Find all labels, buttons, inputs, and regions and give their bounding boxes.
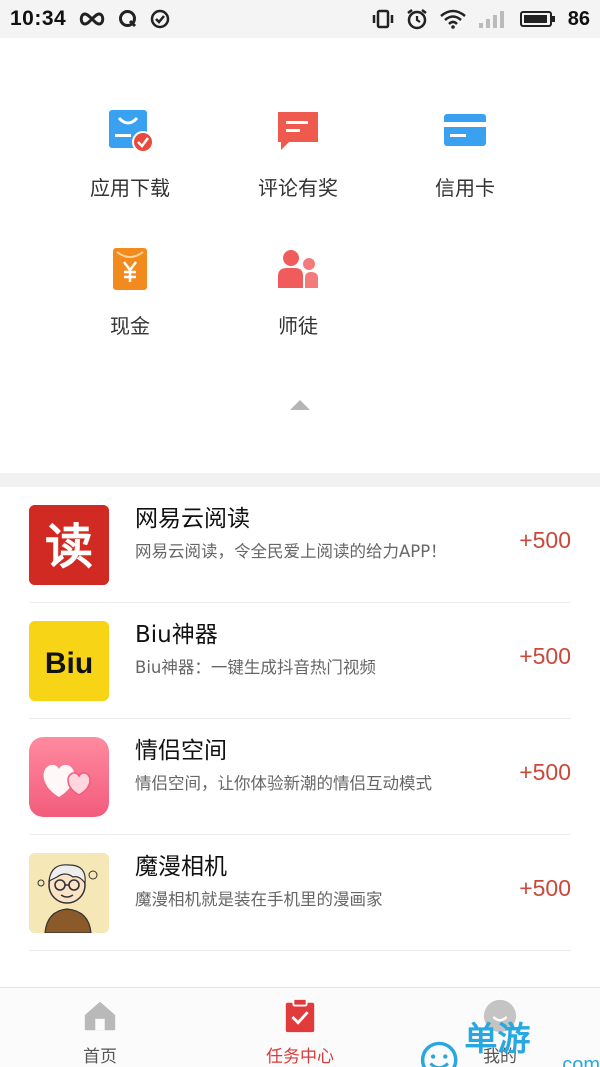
vibrate-icon (372, 9, 394, 29)
home-icon (84, 1001, 116, 1031)
task-row[interactable]: 魔漫相机 魔漫相机就是装在手机里的漫画家 +500 (29, 835, 571, 951)
check-circle-icon (150, 9, 170, 29)
category-credit-card[interactable]: 信用卡 (380, 108, 550, 201)
collapse-arrow-icon[interactable] (288, 396, 312, 412)
category-grid: 应用下载 评论有奖 信用卡 现金 师徒 (0, 38, 600, 473)
task-desc: 魔漫相机就是装在手机里的漫画家 (135, 890, 383, 909)
nav-task-center[interactable]: 任务中心 (200, 988, 400, 1067)
app-icon-biu: Biu (29, 621, 109, 701)
app-download-icon (109, 110, 153, 153)
app-icon-netease-read: 读 (29, 505, 109, 585)
wifi-icon (439, 9, 466, 29)
app-icon-text: Biu (45, 647, 93, 680)
task-reward: +500 (519, 527, 571, 553)
smiley-logo-icon (420, 1041, 458, 1067)
task-reward: +500 (519, 875, 571, 901)
watermark: 单游网 .com (420, 1012, 600, 1067)
task-list: 读 网易云阅读 网易云阅读，令全民爱上阅读的给力APP！ +500 Biu Bi… (0, 487, 600, 951)
cash-icon (113, 248, 147, 290)
watermark-suffix: .com (556, 1053, 600, 1067)
category-comment[interactable]: 评论有奖 (213, 108, 383, 201)
category-label: 评论有奖 (258, 176, 338, 200)
category-label: 现金 (110, 314, 150, 338)
nav-label: 首页 (83, 1047, 117, 1067)
section-divider (0, 473, 600, 487)
alarm-icon (406, 8, 428, 30)
category-label: 师徒 (278, 314, 318, 338)
task-title: 魔漫相机 (135, 854, 227, 880)
task-reward: +500 (519, 759, 571, 785)
task-desc: Biu神器：一键生成抖音热门视频 (135, 658, 376, 677)
task-clipboard-icon (285, 998, 315, 1033)
category-app-download[interactable]: 应用下载 (45, 108, 215, 201)
credit-card-icon (444, 114, 486, 146)
mentor-icon (278, 250, 318, 288)
app-icon-couple-space (29, 737, 109, 817)
comment-icon (278, 112, 318, 150)
nav-home[interactable]: 首页 (0, 988, 200, 1067)
task-title: 网易云阅读 (135, 506, 250, 532)
task-row[interactable]: 读 网易云阅读 网易云阅读，令全民爱上阅读的给力APP！ +500 (29, 487, 571, 603)
task-desc: 情侣空间，让你体验新潮的情侣互动模式 (135, 774, 432, 793)
category-cash[interactable]: 现金 (45, 246, 215, 339)
status-time: 10:34 (10, 7, 67, 30)
nav-label: 任务中心 (266, 1047, 334, 1067)
task-row[interactable]: 情侣空间 情侣空间，让你体验新潮的情侣互动模式 +500 (29, 719, 571, 835)
task-row[interactable]: Biu Biu神器 Biu神器：一键生成抖音热门视频 +500 (29, 603, 571, 719)
battery-icon (519, 10, 556, 28)
task-title: 情侣空间 (135, 738, 227, 764)
q-icon (118, 9, 138, 29)
signal-icon (478, 9, 508, 29)
app-icon-text: 读 (45, 519, 93, 575)
status-bar: 10:34 86 (0, 0, 600, 38)
task-title: Biu神器 (135, 622, 218, 648)
category-label: 应用下载 (90, 176, 170, 200)
task-reward: +500 (519, 643, 571, 669)
watermark-text: 单游网 (464, 1019, 531, 1058)
category-mentor[interactable]: 师徒 (213, 246, 383, 339)
category-label: 信用卡 (435, 176, 495, 200)
battery-level: 86 (567, 7, 590, 30)
infinity-icon (78, 11, 106, 27)
task-desc: 网易云阅读，令全民爱上阅读的给力APP！ (135, 542, 447, 561)
app-icon-momanga-camera (29, 853, 109, 933)
